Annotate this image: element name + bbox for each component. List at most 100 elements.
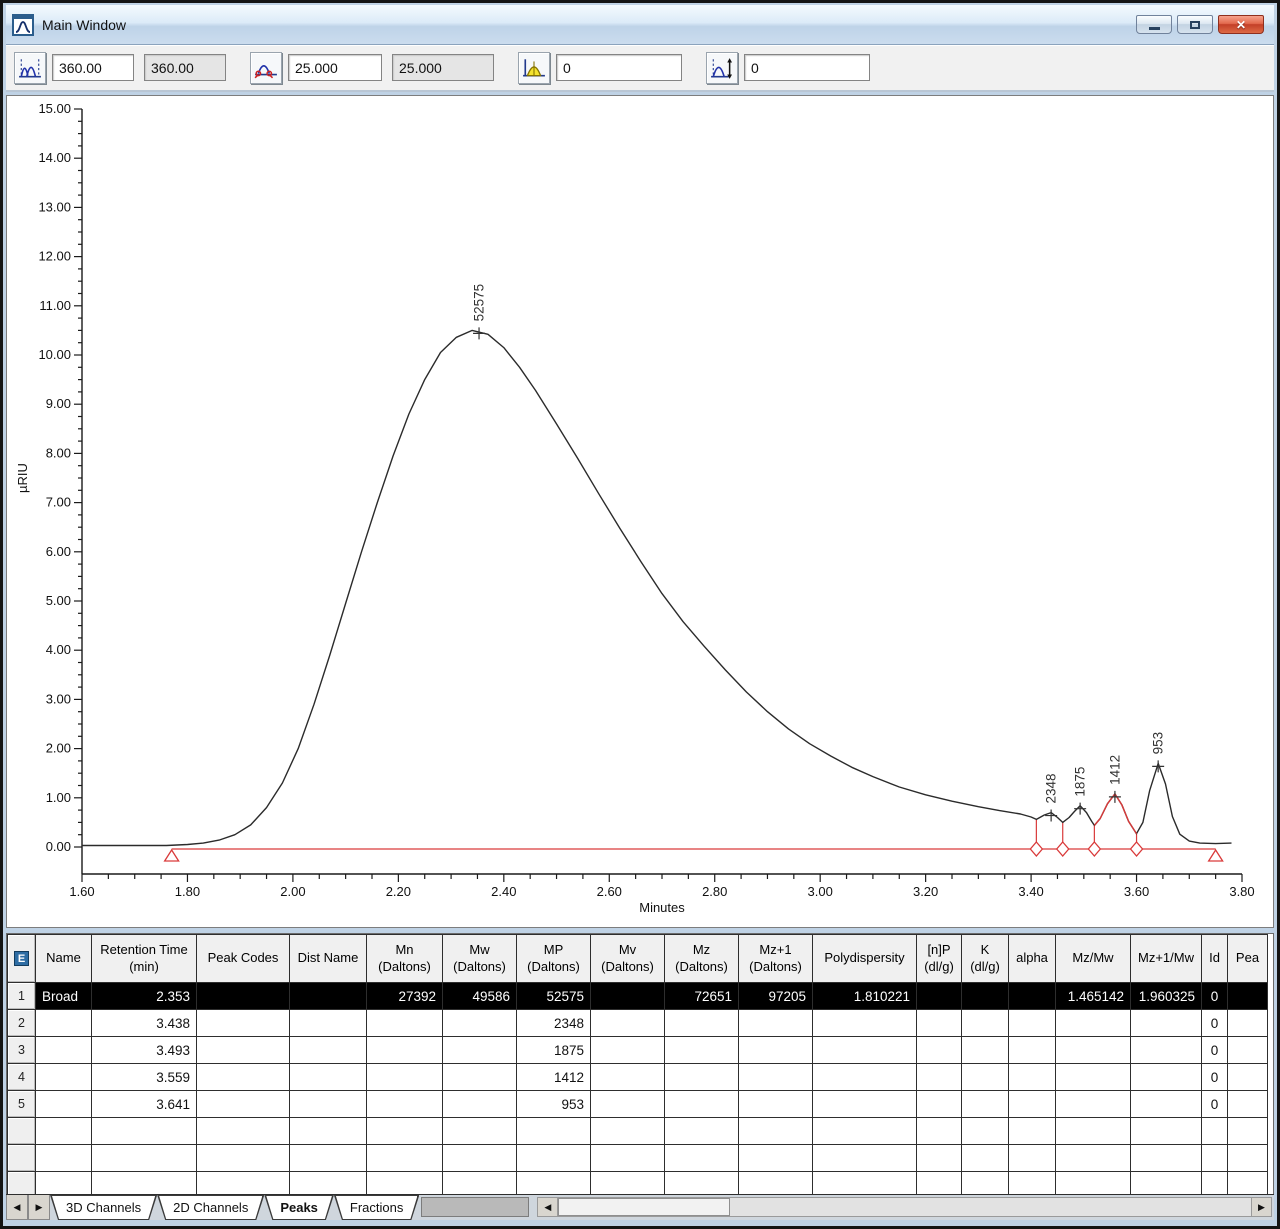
peak-width-readonly[interactable] — [144, 54, 226, 81]
table-cell[interactable]: 97205 — [739, 983, 813, 1010]
table-cell[interactable] — [813, 1118, 917, 1145]
table-cell[interactable] — [665, 1064, 739, 1091]
table-cell[interactable] — [367, 1091, 443, 1118]
scroll-right-icon[interactable]: ▶ — [1251, 1198, 1271, 1216]
table-cell[interactable] — [290, 1172, 367, 1195]
table-cell[interactable]: 72651 — [665, 983, 739, 1010]
column-header[interactable]: Mn(Daltons) — [367, 935, 443, 983]
peak-area-input[interactable] — [556, 54, 682, 81]
table-cell[interactable] — [1228, 1118, 1268, 1145]
table-cell[interactable] — [813, 1172, 917, 1195]
table-cell[interactable] — [1131, 1064, 1202, 1091]
table-cell[interactable] — [443, 1010, 517, 1037]
table-cell[interactable] — [962, 1172, 1009, 1195]
column-header[interactable]: Mz+1(Daltons) — [739, 935, 813, 983]
column-header[interactable]: Mz+1/Mw — [1131, 935, 1202, 983]
table-cell[interactable] — [1056, 1091, 1131, 1118]
table-cell[interactable] — [591, 1118, 665, 1145]
tab-2d-channels[interactable]: 2D Channels — [157, 1195, 264, 1220]
peak-boundary-readonly[interactable] — [392, 54, 494, 81]
table-cell[interactable]: 49586 — [443, 983, 517, 1010]
table-cell[interactable] — [917, 1145, 962, 1172]
table-cell[interactable]: 0 — [1202, 983, 1228, 1010]
table-cell[interactable] — [290, 1091, 367, 1118]
table-cell[interactable] — [197, 1037, 290, 1064]
table-row[interactable] — [8, 1172, 1268, 1195]
table-cell[interactable]: 3.493 — [92, 1037, 197, 1064]
table-cell[interactable] — [739, 1172, 813, 1195]
tab-splitter[interactable] — [529, 1195, 537, 1220]
row-header[interactable]: 5 — [8, 1091, 36, 1118]
column-header[interactable]: MP(Daltons) — [517, 935, 591, 983]
table-cell[interactable] — [591, 1172, 665, 1195]
table-cell[interactable] — [443, 1064, 517, 1091]
table-cell[interactable] — [1131, 1172, 1202, 1195]
table-cell[interactable] — [1009, 1172, 1056, 1195]
table-cell[interactable] — [443, 1037, 517, 1064]
row-header[interactable] — [8, 1172, 36, 1195]
table-cell[interactable] — [591, 1145, 665, 1172]
table-cell[interactable] — [962, 1145, 1009, 1172]
table-cell[interactable] — [1228, 983, 1268, 1010]
table-cell[interactable] — [290, 983, 367, 1010]
table-cell[interactable] — [197, 1064, 290, 1091]
table-cell[interactable]: 2348 — [517, 1010, 591, 1037]
table-cell[interactable] — [197, 1091, 290, 1118]
table-cell[interactable] — [1228, 1010, 1268, 1037]
table-cell[interactable] — [36, 1145, 92, 1172]
table-cell[interactable] — [1009, 1064, 1056, 1091]
table-cell[interactable] — [917, 1172, 962, 1195]
table-cell[interactable] — [962, 1010, 1009, 1037]
table-cell[interactable] — [443, 1172, 517, 1195]
title-bar[interactable]: Main Window ✕ — [6, 5, 1274, 45]
table-cell[interactable] — [1009, 1037, 1056, 1064]
tab-fractions[interactable]: Fractions — [334, 1195, 419, 1220]
peak-boundaries-button[interactable] — [250, 52, 282, 84]
table-cell[interactable] — [367, 1010, 443, 1037]
table-cell[interactable] — [917, 1037, 962, 1064]
peak-height-button[interactable] — [706, 52, 738, 84]
table-cell[interactable] — [290, 1064, 367, 1091]
table-cell[interactable] — [197, 983, 290, 1010]
table-cell[interactable] — [443, 1091, 517, 1118]
table-cell[interactable] — [290, 1145, 367, 1172]
table-cell[interactable] — [591, 983, 665, 1010]
table-cell[interactable]: 0 — [1202, 1037, 1228, 1064]
table-cell[interactable] — [962, 1037, 1009, 1064]
chromatogram-plot[interactable]: 1.601.802.002.202.402.602.803.003.203.40… — [6, 95, 1274, 928]
table-cell[interactable] — [1228, 1064, 1268, 1091]
table-cell[interactable] — [1009, 1010, 1056, 1037]
table-cell[interactable] — [591, 1037, 665, 1064]
table-cell[interactable] — [1056, 1118, 1131, 1145]
table-cell[interactable]: 1412 — [517, 1064, 591, 1091]
table-corner-cell[interactable]: E — [8, 935, 36, 983]
table-cell[interactable] — [1228, 1145, 1268, 1172]
table-cell[interactable] — [443, 1118, 517, 1145]
table-cell[interactable]: 1.960325 — [1131, 983, 1202, 1010]
table-cell[interactable] — [1009, 1145, 1056, 1172]
peak-width-input[interactable] — [52, 54, 134, 81]
table-cell[interactable] — [1131, 1010, 1202, 1037]
tab-scroll-right-button[interactable]: ▶ — [28, 1195, 50, 1220]
tab-scroll-left-button[interactable]: ◀ — [6, 1195, 28, 1220]
table-cell[interactable] — [36, 1118, 92, 1145]
column-header[interactable]: Dist Name — [290, 935, 367, 983]
table-cell[interactable] — [1009, 983, 1056, 1010]
table-row[interactable]: 23.43823480 — [8, 1010, 1268, 1037]
table-row[interactable]: 53.6419530 — [8, 1091, 1268, 1118]
column-header[interactable]: Pea — [1228, 935, 1268, 983]
table-cell[interactable] — [1056, 1010, 1131, 1037]
table-cell[interactable] — [665, 1037, 739, 1064]
table-cell[interactable] — [1056, 1037, 1131, 1064]
table-cell[interactable] — [1009, 1091, 1056, 1118]
table-cell[interactable] — [917, 1064, 962, 1091]
table-cell[interactable] — [367, 1172, 443, 1195]
column-header[interactable]: K(dl/g) — [962, 935, 1009, 983]
table-cell[interactable]: 1.810221 — [813, 983, 917, 1010]
table-cell[interactable] — [197, 1145, 290, 1172]
table-cell[interactable] — [92, 1172, 197, 1195]
table-cell[interactable] — [1202, 1172, 1228, 1195]
table-cell[interactable] — [591, 1010, 665, 1037]
close-button[interactable]: ✕ — [1218, 15, 1264, 34]
table-cell[interactable]: 52575 — [517, 983, 591, 1010]
